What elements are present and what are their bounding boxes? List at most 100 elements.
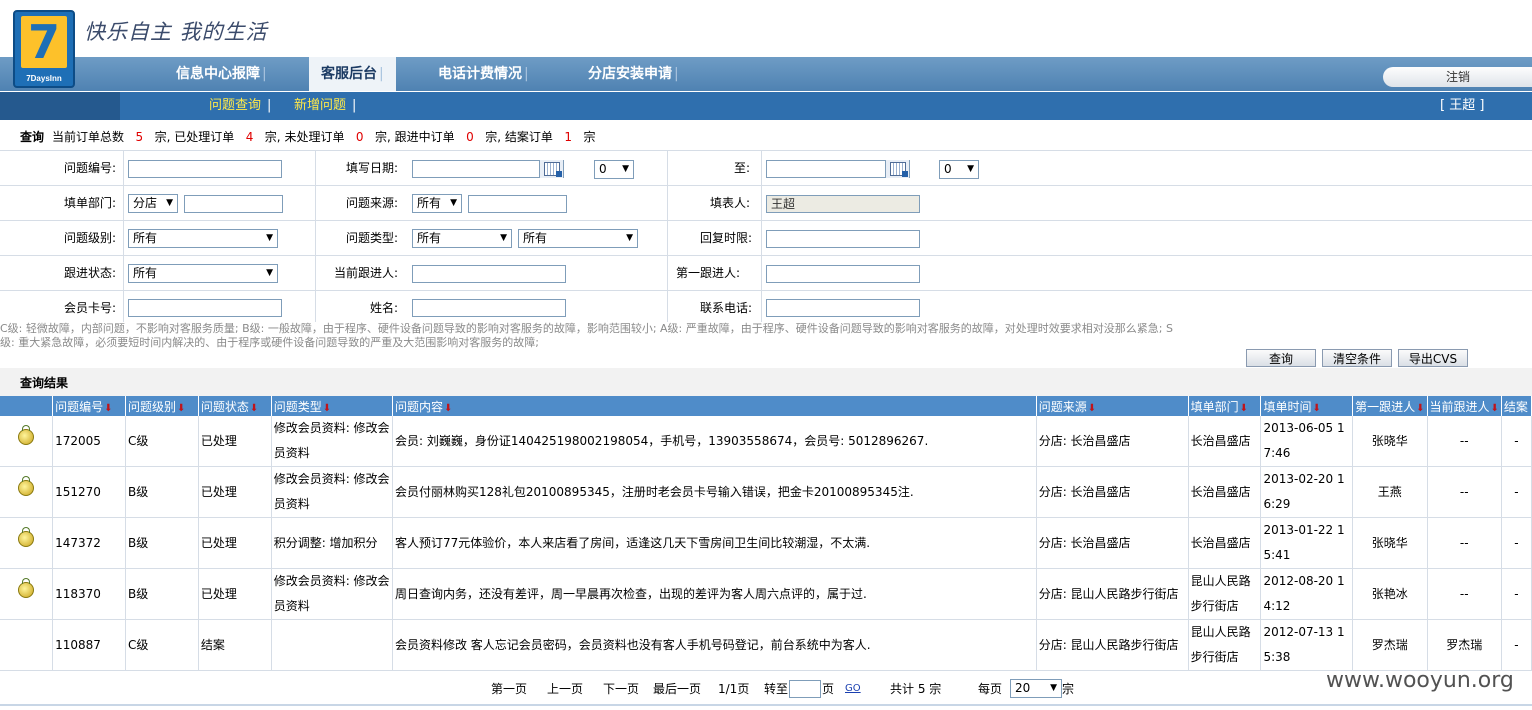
current-follow-input[interactable] bbox=[412, 265, 566, 283]
bottom-divider bbox=[0, 704, 1532, 706]
first-follow-input[interactable] bbox=[766, 265, 920, 283]
results-title: 查询结果 bbox=[20, 376, 69, 390]
column-header-icon bbox=[0, 396, 54, 416]
nav-info-center[interactable]: 信息中心报障 | bbox=[176, 57, 267, 91]
column-header-first-follow[interactable]: 第一跟进人⬇ bbox=[1352, 396, 1428, 416]
per-page-select[interactable]: 20 ▼ bbox=[1010, 679, 1062, 698]
column-header-type[interactable]: 问题类型⬇ bbox=[271, 396, 393, 416]
dept-select[interactable]: 分店 ▼ bbox=[128, 194, 178, 213]
results-table: 问题编号⬇ 问题级别⬇ 问题状态⬇ 问题类型⬇ 问题内容⬇ 问题来源⬇ 填单部门… bbox=[0, 396, 1532, 671]
column-header-status[interactable]: 问题状态⬇ bbox=[198, 396, 272, 416]
filler-input: 王超 bbox=[766, 195, 920, 213]
fill-hour-select[interactable]: 0 ▼ bbox=[594, 160, 634, 179]
fill-date-label: 填写日期: bbox=[345, 161, 398, 175]
per-page-unit: 宗 bbox=[1062, 682, 1075, 696]
query-button[interactable]: 查询 bbox=[1246, 349, 1316, 367]
issue-no-input[interactable] bbox=[128, 160, 282, 178]
source-label: 问题来源: bbox=[345, 196, 398, 210]
table-row[interactable]: 151270 B级 已处理 修改会员资料: 修改会员资料 会员付丽林购买128礼… bbox=[0, 466, 1532, 518]
pagination: 第一页 上一页 下一页 最后一页 1/1页 转至 页 GO 共计 5 宗 每页 … bbox=[0, 678, 1532, 700]
next-page-link[interactable]: 下一页 bbox=[603, 678, 639, 700]
order-summary: 查询 当前订单总数 5 宗, 已处理订单 4 宗, 未处理订单 0 宗, 跟进中… bbox=[0, 124, 1532, 151]
to-date-input[interactable] bbox=[766, 160, 910, 178]
table-row[interactable]: 172005 C级 已处理 修改会员资料: 修改会员资料 会员: 刘巍巍，身份证… bbox=[0, 416, 1532, 467]
nav-phone-billing[interactable]: 电话计费情况 | bbox=[438, 57, 529, 91]
unprocessed-count: 0 bbox=[355, 130, 364, 144]
calendar-icon[interactable] bbox=[539, 160, 563, 178]
dept-label: 填单部门: bbox=[63, 196, 116, 210]
phone-input[interactable] bbox=[766, 299, 920, 317]
status-select[interactable]: 所有 ▼ bbox=[128, 264, 278, 283]
column-header-time[interactable]: 填单时间⬇ bbox=[1260, 396, 1354, 416]
summary-query-label: 查询 bbox=[20, 130, 45, 144]
lock-icon[interactable] bbox=[18, 577, 35, 598]
type-select-secondary[interactable]: 所有 ▼ bbox=[518, 229, 638, 248]
prev-page-link[interactable]: 上一页 bbox=[547, 678, 583, 700]
logo: 7 7DaysInn bbox=[13, 10, 75, 88]
first-page-link[interactable]: 第一页 bbox=[491, 678, 527, 700]
first-follow-label: 第一跟进人: bbox=[675, 266, 740, 280]
column-header-id[interactable]: 问题编号⬇ bbox=[52, 396, 126, 416]
dept-input[interactable] bbox=[184, 195, 283, 213]
page-unit: 页 bbox=[822, 682, 835, 696]
total-count: 5 bbox=[135, 130, 144, 144]
card-label: 会员卡号: bbox=[63, 301, 116, 315]
source-input[interactable] bbox=[468, 195, 567, 213]
subnav-add-issue[interactable]: 新增问题 | bbox=[294, 92, 356, 120]
card-input[interactable] bbox=[128, 299, 282, 317]
to-label: 至: bbox=[733, 161, 750, 175]
column-header-level[interactable]: 问题级别⬇ bbox=[125, 396, 199, 416]
goto-label: 转至 bbox=[764, 682, 789, 696]
fill-date-input[interactable] bbox=[412, 160, 564, 178]
header: 快乐自主 我的生活 bbox=[0, 0, 1532, 58]
watermark: www.wooyun.org bbox=[1326, 668, 1514, 693]
type-select-primary[interactable]: 所有 ▼ bbox=[412, 229, 512, 248]
lock-icon[interactable] bbox=[18, 475, 35, 496]
source-select[interactable]: 所有 ▼ bbox=[412, 194, 462, 213]
column-header-dept[interactable]: 填单部门⬇ bbox=[1188, 396, 1262, 416]
column-header-source[interactable]: 问题来源⬇ bbox=[1036, 396, 1189, 416]
level-label: 问题级别: bbox=[63, 231, 116, 245]
lock-icon[interactable] bbox=[18, 424, 35, 445]
type-label: 问题类型: bbox=[345, 231, 398, 245]
closed-count: 1 bbox=[564, 130, 572, 144]
clear-button[interactable]: 清空条件 bbox=[1322, 349, 1392, 367]
processed-count: 4 bbox=[245, 130, 254, 144]
following-count: 0 bbox=[466, 130, 474, 144]
table-header-row: 问题编号⬇ 问题级别⬇ 问题状态⬇ 问题类型⬇ 问题内容⬇ 问题来源⬇ 填单部门… bbox=[0, 396, 1532, 416]
nav-customer-service[interactable]: 客服后台 | bbox=[309, 57, 396, 91]
to-hour-select[interactable]: 0 ▼ bbox=[939, 160, 979, 179]
level-note: C级: 轻微故障，内部问题，不影响对客服务质量; B级: 一般故障，由于程序、硬… bbox=[0, 322, 1173, 349]
export-button[interactable]: 导出CVS bbox=[1398, 349, 1468, 367]
subnav-issue-query[interactable]: 问题查询 | bbox=[209, 92, 271, 120]
issue-no-label: 问题编号: bbox=[63, 161, 116, 175]
lock-icon[interactable] bbox=[18, 526, 35, 547]
logout-button[interactable]: 注销 bbox=[1383, 67, 1532, 87]
sub-nav: 问题查询 | 新增问题 | [ 王超 ] bbox=[0, 92, 1532, 120]
filler-label: 填表人: bbox=[709, 196, 750, 210]
level-select[interactable]: 所有 ▼ bbox=[128, 229, 278, 248]
current-follow-label: 当前跟进人: bbox=[333, 266, 398, 280]
page-info: 1/1页 bbox=[718, 682, 750, 696]
reply-limit-input[interactable] bbox=[766, 230, 920, 248]
per-page-label: 每页 bbox=[978, 682, 1003, 696]
name-label: 姓名: bbox=[369, 301, 398, 315]
column-header-content[interactable]: 问题内容⬇ bbox=[392, 396, 1037, 416]
goto-page-input[interactable] bbox=[789, 680, 821, 698]
table-row[interactable]: 118370 B级 已处理 修改会员资料: 修改会员资料 周日查询内务，还没有差… bbox=[0, 568, 1532, 620]
reply-limit-label: 回复时限: bbox=[699, 231, 752, 245]
name-input[interactable] bbox=[412, 299, 566, 317]
last-page-link[interactable]: 最后一页 bbox=[653, 678, 701, 700]
calendar-icon[interactable] bbox=[885, 160, 909, 178]
main-nav: 信息中心报障 | 客服后台 | 电话计费情况 | 分店安装申请 | bbox=[0, 57, 1532, 91]
nav-branch-install[interactable]: 分店安装申请 | bbox=[588, 57, 679, 91]
phone-label: 联系电话: bbox=[699, 301, 752, 315]
current-user: [ 王超 ] bbox=[1440, 98, 1485, 113]
column-header-closed[interactable]: 结案 bbox=[1501, 396, 1532, 416]
results-header: 查询结果 bbox=[0, 368, 1532, 396]
column-header-current-follow[interactable]: 当前跟进人⬇ bbox=[1427, 396, 1502, 416]
go-link[interactable]: GO bbox=[845, 678, 861, 700]
status-label: 跟进状态: bbox=[63, 266, 116, 280]
table-row[interactable]: 110887 C级 结案 会员资料修改 客人忘记会员密码，会员资料也没有客人手机… bbox=[0, 619, 1532, 671]
table-row[interactable]: 147372 B级 已处理 积分调整: 增加积分 客人预订77元体验价，本人来店… bbox=[0, 517, 1532, 569]
